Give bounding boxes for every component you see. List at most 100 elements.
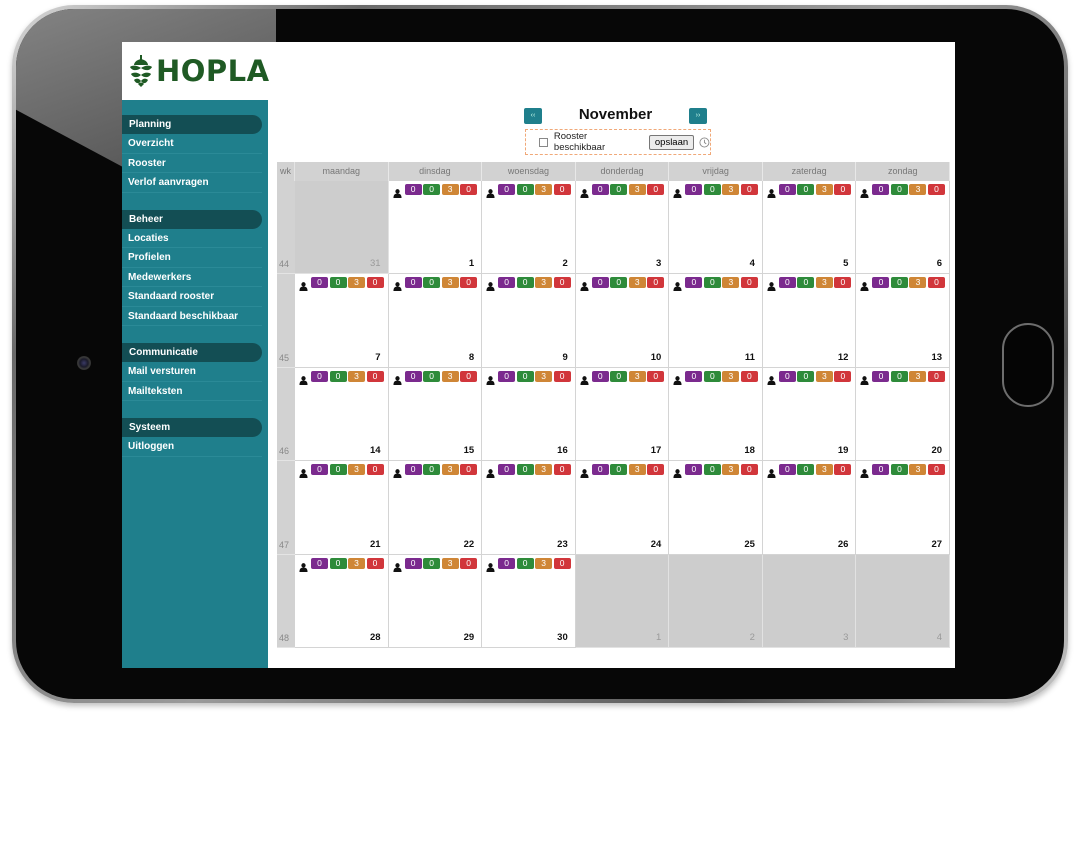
count-badge: 0	[423, 184, 441, 195]
person-icon	[393, 372, 402, 385]
availability-checkbox[interactable]	[539, 137, 548, 147]
sidebar-item[interactable]: Mailteksten	[122, 382, 262, 401]
count-badge: 3	[909, 464, 927, 476]
day-status-badges: 0030	[299, 370, 385, 385]
calendar-day-other-month[interactable]: 31	[295, 181, 389, 275]
calendar-day[interactable]: 0 0 3 0 26	[762, 461, 857, 555]
calendar-day-other-month[interactable]: 4	[856, 554, 951, 648]
calendar-day[interactable]: 00303	[575, 181, 670, 275]
calendar-day[interactable]: 0 0 3 0 28	[295, 554, 389, 648]
sidebar-item[interactable]: Uitloggen	[122, 437, 262, 457]
calendar-day[interactable]: 0 0 3 0 30	[482, 554, 576, 648]
day-number: 1	[656, 631, 662, 643]
count-badge: 3	[535, 277, 553, 289]
sidebar-item[interactable]: Medewerkers	[122, 268, 262, 287]
count-badge: 3	[441, 277, 459, 289]
calendar-day[interactable]: 0 0 3 0 12	[762, 274, 857, 368]
calendar-day[interactable]: 0 0 3 0 21	[295, 461, 389, 555]
calendar-week-row: 48 0 0 3 0 28 0 0 3 0 29 0 0 3 0 30 1 2 3 4	[277, 554, 951, 648]
calendar-day[interactable]: 0 0 3 0 15	[388, 367, 483, 462]
count-badge: 0	[423, 370, 441, 382]
calendar-day[interactable]: 00307	[295, 274, 389, 368]
person-icon	[860, 372, 870, 385]
count-badge: 0	[498, 557, 516, 569]
home-button[interactable]	[1002, 323, 1054, 407]
day-number: 10	[650, 351, 662, 363]
calendar-day-other-month[interactable]: 3	[762, 554, 857, 648]
person-icon	[393, 185, 402, 198]
count-badge: 0	[778, 277, 796, 289]
calendar-day[interactable]: 0 0 3 0 19	[762, 367, 857, 462]
calendar-day[interactable]: 00304	[669, 181, 763, 275]
day-column-header: maandag	[295, 162, 389, 181]
week-number: 47	[279, 539, 290, 550]
calendar-day[interactable]: 0 0 3 0 17	[575, 367, 670, 462]
calendar-day[interactable]: 00302	[482, 181, 576, 275]
clock-icon[interactable]	[699, 137, 710, 148]
calendar-day[interactable]: 0 0 3 0 23	[482, 461, 576, 555]
count-badge: 0	[311, 464, 328, 476]
calendar-day[interactable]: 00308	[388, 274, 483, 368]
week-number-cell: 44	[277, 181, 295, 275]
calendar-day[interactable]: 0 0 3 0 22	[388, 461, 483, 555]
sidebar-item[interactable]: Overzicht	[122, 134, 262, 154]
sidebar-item[interactable]: Rooster	[122, 154, 262, 173]
day-number: 27	[931, 538, 943, 550]
day-number: 26	[837, 538, 849, 550]
person-icon	[673, 278, 682, 292]
day-number: 23	[557, 538, 568, 550]
calendar-day[interactable]: 0 0 3 0 14	[295, 367, 389, 462]
calendar-day[interactable]: 00309	[482, 274, 576, 368]
count-badge: 3	[348, 277, 365, 289]
calendar-week-row: 47 0 0 3 0 21 0 0 3 0 22 0 0 3 0 23 0 0 3 0 24 0 0 3 0 25 0 0 3 0 26 0 0…	[277, 461, 951, 555]
sidebar-item[interactable]: Standaard beschikbaar	[122, 307, 262, 326]
calendar-week-row: 44 31 0 0 3 0 1 0 0 3 0 2 0 0 3 0 3 0 0 3 0 4 0 0 3 0 5 0 0 3 0 6	[277, 181, 951, 275]
day-number: 7	[375, 351, 381, 363]
calendar-day-other-month[interactable]: 1	[575, 554, 670, 648]
next-month-button[interactable]: ››	[689, 108, 707, 124]
calendar-day[interactable]: 00305	[762, 181, 857, 275]
count-badge: 0	[797, 464, 815, 476]
count-badge: 0	[404, 184, 422, 195]
calendar-day[interactable]: 0 0 3 0 27	[856, 461, 951, 555]
calendar-day[interactable]: 0 0 3 0 13	[856, 274, 951, 368]
count-badge: 0	[740, 184, 758, 195]
calendar-day[interactable]: 0 0 3 0 24	[575, 461, 670, 555]
day-status-badges: 0030	[486, 277, 572, 292]
count-badge: 0	[872, 277, 890, 289]
day-number: 8	[468, 351, 475, 363]
week-number: 48	[279, 632, 290, 643]
count-badge: 3	[815, 370, 833, 382]
count-badge: 0	[366, 370, 384, 382]
count-badge: 0	[890, 277, 908, 289]
day-number: 14	[370, 445, 381, 457]
previous-month-button[interactable]: ‹‹	[524, 108, 542, 124]
calendar-day[interactable]: 0 0 3 0 11	[669, 274, 763, 368]
day-status-badges: 0030	[860, 370, 946, 385]
calendar-day[interactable]: 0 0 3 0 20	[856, 367, 951, 462]
person-icon	[673, 185, 682, 198]
calendar-day-other-month[interactable]: 2	[669, 554, 763, 648]
calendar-day[interactable]: 0 0 3 0 29	[388, 554, 483, 648]
calendar-day[interactable]: 00301	[388, 181, 483, 275]
calendar-week-row: 45 0 0 3 0 7 0 0 3 0 8 0 0 3 0 9 0 0 3 0 10 0 0 3 0 11 0 0 3 0 12 0 0 3 0 1…	[277, 274, 951, 368]
sidebar-item[interactable]: Profielen	[122, 248, 262, 268]
calendar-day[interactable]: 0 0 3 0 16	[482, 367, 576, 462]
sidebar-item[interactable]: Standaard rooster	[122, 287, 262, 307]
count-badge: 0	[703, 277, 721, 289]
save-button[interactable]: opslaan	[648, 134, 695, 150]
sidebar-item[interactable]: Verlof aanvragen	[122, 173, 262, 193]
calendar-day[interactable]: 0 0 3 0 25	[669, 461, 763, 555]
count-badge: 0	[329, 370, 347, 382]
sidebar-item[interactable]: Locaties	[122, 229, 262, 248]
count-badge: 0	[703, 464, 721, 476]
calendar-day[interactable]: 0 0 3 0 18	[669, 367, 763, 462]
day-status-badges: 0030	[580, 184, 666, 198]
day-status-badges: 0030	[580, 464, 666, 479]
day-number: 12	[837, 351, 849, 363]
day-column-header: zaterdag	[763, 162, 857, 181]
count-badge: 0	[647, 184, 665, 195]
calendar-day[interactable]: 00306	[856, 181, 951, 275]
calendar-day[interactable]: 0 0 3 0 10	[575, 274, 670, 368]
sidebar-item[interactable]: Mail versturen	[122, 362, 262, 382]
